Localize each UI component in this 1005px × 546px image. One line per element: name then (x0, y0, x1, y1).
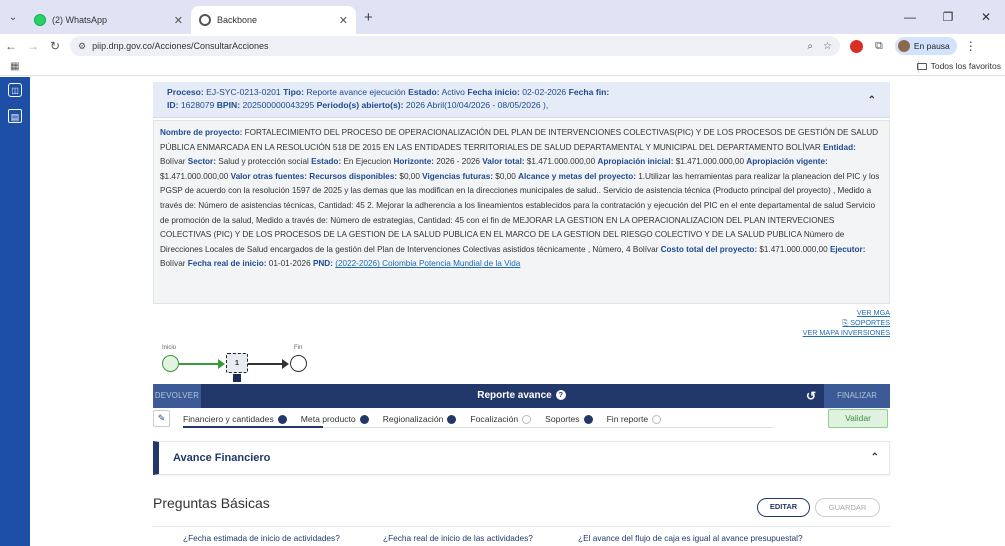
report-document-icon[interactable]: ▤ (8, 109, 22, 123)
report-bar: DEVOLVER Reporte avance? ↺ FINALIZAR (153, 384, 890, 408)
flow-connector (179, 363, 219, 365)
editar-button[interactable]: EDITAR (757, 498, 810, 517)
browser-tab-whatsapp[interactable]: (2) WhatsApp ✕ (26, 6, 191, 34)
extensions-puzzle-icon[interactable]: ⧉ (875, 40, 883, 53)
start-label: Inicio (162, 345, 177, 351)
tab-title: Backbone (217, 15, 258, 25)
avance-financiero-panel[interactable]: Avance Financiero ⌃ (153, 441, 890, 475)
collapse-chevron-up-icon[interactable]: ⌃ (871, 452, 879, 463)
all-bookmarks-button[interactable]: Todos los favoritos (916, 61, 1001, 71)
flow-connector (248, 363, 283, 365)
address-bar-row: ← → ↻ ⚙ piip.dnp.gov.co/Acciones/Consult… (0, 34, 1005, 58)
tab-title: (2) WhatsApp (52, 15, 108, 25)
process-header: Proceso: EJ-SYC-0213-0201 Tipo: Reporte … (153, 82, 890, 118)
report-title: Reporte avance? (153, 384, 890, 408)
project-details: Nombre de proyecto: FORTALECIMIENTO DEL … (153, 120, 890, 304)
end-node (290, 355, 307, 372)
profile-button[interactable]: En pausa (894, 37, 957, 55)
status-dot-icon (447, 414, 457, 424)
tab-soportes[interactable]: Soportes (545, 410, 593, 428)
finalizar-button[interactable]: FINALIZAR (824, 384, 890, 408)
extension-icon[interactable] (850, 39, 863, 53)
browser-tab-bar: ⌄ (2) WhatsApp ✕ Backbone ✕ + — ❐ ✕ (0, 0, 1005, 34)
task-node[interactable]: 1 (226, 353, 248, 373)
new-tab-icon[interactable]: + (364, 9, 373, 26)
question-header: ¿Fecha estimada de inicio de actividades… (183, 533, 340, 543)
validar-button[interactable]: Validar (828, 409, 888, 428)
backbone-icon (199, 14, 211, 26)
current-step-marker (233, 374, 241, 382)
toggle-sidebar-icon[interactable]: ◫ (8, 83, 22, 97)
close-icon[interactable]: ✕ (339, 14, 348, 27)
omnibox[interactable]: ⚙ piip.dnp.gov.co/Acciones/ConsultarAcci… (70, 36, 840, 56)
tab-financiero[interactable]: Financiero y cantidades (183, 410, 287, 428)
devolver-button[interactable]: DEVOLVER (153, 384, 201, 408)
soportes-link[interactable]: ⎘ SOPORTES (803, 318, 890, 328)
menu-kebab-icon[interactable]: ⋮ (965, 39, 977, 53)
collapse-chevron-up-icon[interactable]: ⌃ (868, 94, 876, 107)
url-text[interactable]: piip.dnp.gov.co/Acciones/ConsultarAccion… (92, 41, 797, 51)
app-sidebar: ◫ ▤ (0, 77, 30, 546)
guardar-button[interactable]: GUARDAR (815, 498, 880, 517)
section-title: Preguntas Básicas (153, 495, 270, 511)
avatar (897, 40, 910, 52)
window-close-icon[interactable]: ✕ (967, 10, 1005, 24)
restore-icon[interactable]: ❐ (929, 10, 967, 24)
whatsapp-icon (34, 14, 46, 26)
tab-fin-reporte[interactable]: Fin reporte (607, 410, 662, 428)
profile-label: En pausa (913, 41, 950, 51)
window-controls: — ❐ ✕ (891, 0, 1005, 34)
question-header: ¿Fecha real de inicio de las actividades… (383, 533, 533, 543)
process-line-2: ID: 1628079 BPIN: 202500000043295 Period… (167, 100, 549, 110)
project-links: VER MGA ⎘ SOPORTES VER MAPA INVERSIONES (803, 308, 890, 338)
help-icon[interactable]: ? (555, 390, 566, 401)
ver-mga-link[interactable]: VER MGA (803, 308, 890, 318)
bookmark-star-icon[interactable]: ☆ (823, 41, 832, 52)
edit-pencil-icon[interactable]: ✎ (153, 410, 170, 427)
workflow-diagram: Inicio Fin 1 (160, 343, 320, 383)
site-info-icon[interactable]: ⚙ (78, 41, 86, 52)
forward-icon[interactable]: → (22, 39, 44, 53)
status-dot-icon (359, 414, 369, 424)
attachment-icon: ⎘ (842, 318, 849, 327)
tab-focalizacion[interactable]: Focalización (470, 410, 532, 428)
panel-title: Avance Financiero (173, 452, 271, 464)
minimize-icon[interactable]: — (891, 10, 929, 24)
ver-mapa-link[interactable]: VER MAPA INVERSIONES (803, 328, 890, 338)
tab-search-chevron-icon[interactable]: ⌄ (0, 12, 26, 23)
tab-meta-producto[interactable]: Meta producto (301, 410, 369, 428)
apps-grid-icon[interactable]: ▦ (10, 61, 19, 72)
tab-regionalizacion[interactable]: Regionalización (383, 410, 457, 428)
zoom-icon[interactable]: ⌕ (807, 41, 813, 52)
folder-icon (916, 62, 927, 70)
end-label: Fin (294, 345, 303, 351)
report-tabs: Financiero y cantidades Meta producto Re… (183, 410, 675, 428)
reload-icon[interactable]: ↻ (44, 39, 66, 53)
process-line-1: Proceso: EJ-SYC-0213-0201 Tipo: Reporte … (167, 87, 610, 97)
close-icon[interactable]: ✕ (174, 14, 183, 27)
browser-tab-backbone[interactable]: Backbone ✕ (191, 6, 356, 34)
status-dot-icon (583, 414, 593, 424)
pnd-link[interactable]: (2022-2026) Colombia Potencia Mundial de… (335, 259, 520, 268)
status-dot-icon (277, 414, 287, 424)
back-icon[interactable]: ← (0, 39, 22, 53)
all-bookmarks-label: Todos los favoritos (930, 61, 1001, 71)
history-icon[interactable]: ↺ (804, 389, 818, 403)
start-node (162, 355, 179, 372)
bookmarks-bar: ▦ Todos los favoritos (0, 58, 1005, 76)
questions-header-row: ¿Fecha estimada de inicio de actividades… (153, 526, 890, 546)
status-dot-icon (652, 414, 662, 424)
arrow-icon (218, 359, 225, 369)
status-dot-icon (522, 414, 532, 424)
question-header: ¿El avance del flujo de caja es igual al… (578, 533, 803, 543)
arrow-icon (282, 359, 289, 369)
